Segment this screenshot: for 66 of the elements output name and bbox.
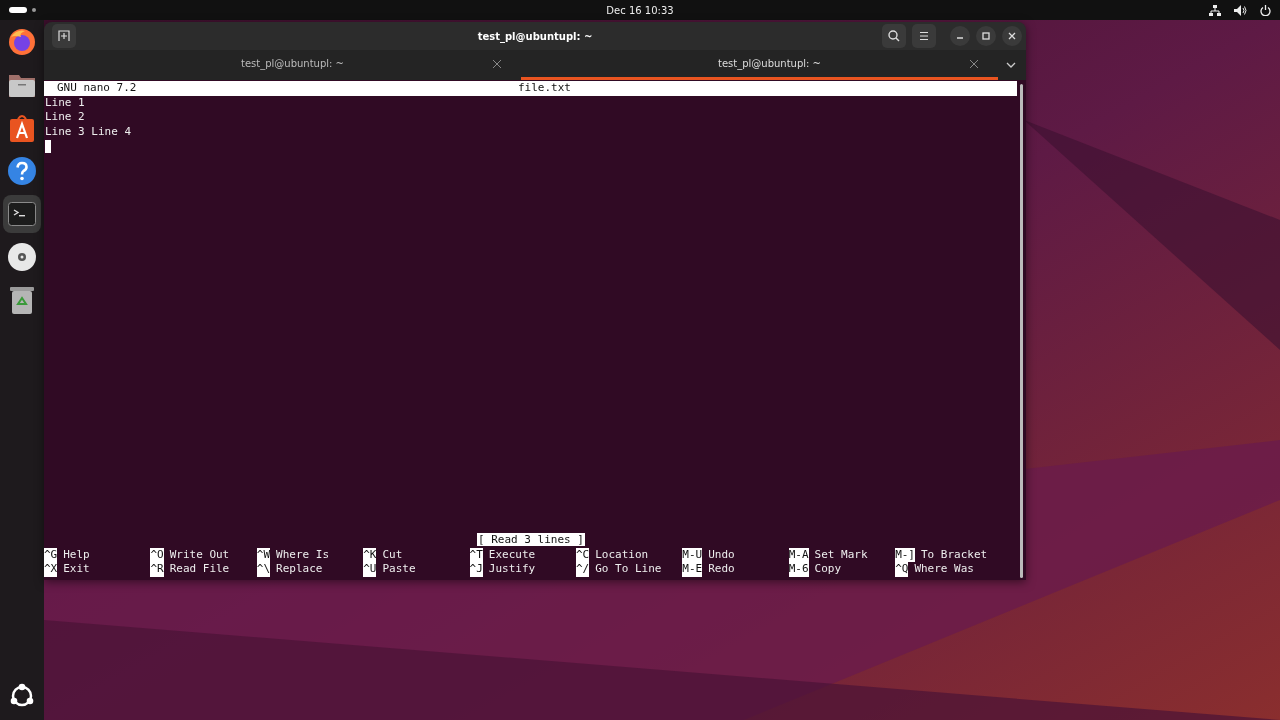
workspaces-icon[interactable] [9,6,37,14]
terminal-icon [8,202,36,226]
shortcut-label: Copy [814,562,842,577]
window-title: test_pl@ubuntupl: ~ [477,30,593,42]
shortcut-key: ^\ [256,562,271,577]
shortcut-key: M-E [682,562,703,577]
shopping-bag-icon [9,113,35,143]
shortcut-label: To Bracket [921,547,988,563]
power-icon[interactable] [1260,4,1271,16]
shortcut-key: M-] [895,547,915,563]
status-message: [ Read 3 lines ] [477,533,585,547]
shortcut-label: Location [595,547,649,563]
shortcut-label: Execute [488,547,536,563]
shortcut-label: Redo [708,562,735,577]
shortcut-key: ^/ [575,562,590,577]
disc-icon [7,242,37,272]
shortcut-label: Where Was [914,562,974,577]
shortcut-key: ^X [44,562,58,577]
menu-icon[interactable] [912,24,936,48]
tab[interactable]: test_pl@ubuntupl: ~ [44,50,521,80]
chevron-down-icon[interactable] [1006,62,1016,68]
clock[interactable]: Dec 16 10:33 [606,4,674,16]
editor-version: GNU nano 7.2 [57,81,137,96]
shortcut-key: ^Q [895,562,909,577]
shortcut-key: M-U [682,547,703,563]
shortcut-label: Where Is [276,547,329,563]
text-line: Line 1 [44,95,86,111]
shortcut-key: ^O [150,547,164,563]
close-tab-icon[interactable] [970,59,978,68]
file-name: file.txt [518,81,571,96]
search-icon[interactable] [882,24,906,48]
shortcut-key: ^C [575,547,590,563]
text-line: Line 3 Line 4 [44,124,133,140]
shortcut-key: M-A [788,547,809,563]
close-tab-icon[interactable] [493,59,501,68]
shortcut-label: Exit [63,562,90,577]
shortcut-key: M-6 [788,562,809,577]
fox-globe-icon [7,27,37,57]
text-cursor [45,139,51,153]
shortcut-label: Paste [382,562,416,577]
maximize-icon[interactable] [976,26,996,46]
shortcut-label: Cut [382,547,403,563]
shortcut-label: Set Mark [814,547,868,563]
shortcut-label: Read File [169,562,230,577]
shortcut-key: ^J [469,562,483,577]
volume-icon[interactable] [1234,4,1247,16]
shortcut-key: ^G [44,547,58,563]
show-apps-icon[interactable] [9,683,35,709]
shortcut-label: Go To Line [595,562,662,577]
shortcut-label: Undo [708,547,735,563]
help-icon [7,156,37,186]
shortcut-key: ^R [150,562,164,577]
shortcut-label: Write Out [169,547,230,563]
shortcut-label: Help [63,547,90,563]
shortcut-key: ^U [363,562,377,577]
shortcut-key: ^K [363,547,377,563]
network-icon[interactable] [1209,4,1221,16]
recycle-bin-icon [9,285,35,315]
close-icon[interactable] [1002,26,1022,46]
shortcut-key: ^W [256,547,271,563]
shortcut-key: ^T [469,547,483,563]
shortcut-label: Replace [276,562,323,577]
minimize-icon[interactable] [950,26,970,46]
new-tab-icon[interactable] [52,24,76,48]
text-line: Line 2 [44,110,86,125]
shortcut-label: Justify [488,562,536,577]
